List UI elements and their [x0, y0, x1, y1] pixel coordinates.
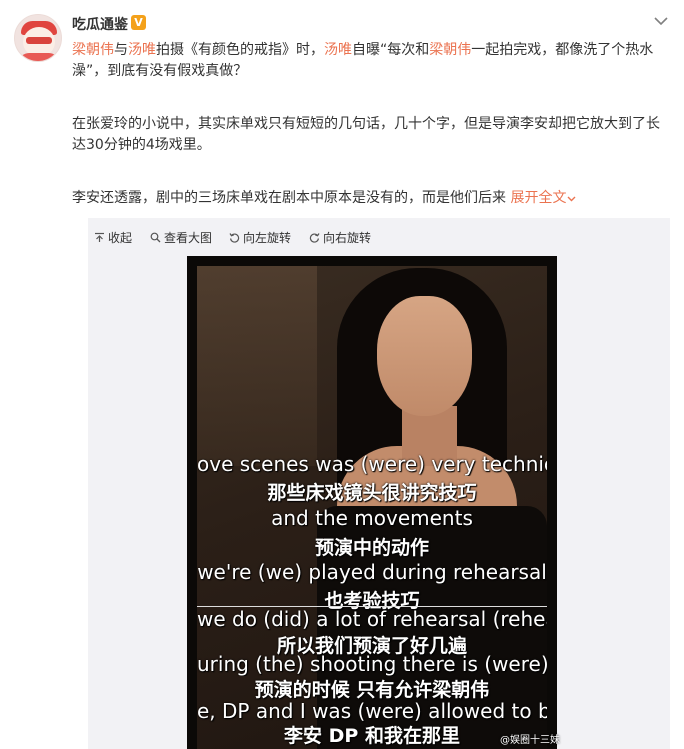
- rotate-left-label: 向左旋转: [243, 231, 292, 245]
- rotate-left-icon: [229, 233, 240, 243]
- username-link[interactable]: 吃瓜通鉴: [72, 14, 128, 34]
- chevron-down-icon[interactable]: [652, 12, 670, 30]
- collapse-button[interactable]: 收起: [94, 229, 132, 246]
- rotate-right-button[interactable]: 向右旋转: [309, 229, 371, 246]
- rotate-right-label: 向右旋转: [323, 231, 372, 245]
- vip-badge-icon: V: [131, 15, 146, 30]
- subtitle-zh: 那些床戏镜头很讲究技巧: [267, 482, 477, 504]
- text-segment: 李安还透露，剧中的三场床单戏在剧本中原本是没有的，而是他们后来: [72, 190, 506, 206]
- rotate-left-button[interactable]: 向左旋转: [229, 229, 291, 246]
- subtitle-en: we're (we) played during rehearsal: [197, 560, 547, 584]
- expand-label: 展开全文: [510, 190, 567, 206]
- view-large-label: 查看大图: [164, 231, 213, 245]
- collapse-label: 收起: [108, 231, 133, 245]
- post-paragraph-3: 李安还透露，剧中的三场床单戏在剧本中原本是没有的，而是他们后来 展开全文: [72, 188, 672, 209]
- subtitle-en: we do (did) a lot of rehearsal (rehearsa…: [197, 606, 547, 631]
- post-paragraph-1: 梁朝伟与汤唯拍摄《有颜色的戒指》时，汤唯自曝“每次和梁朝伟一起拍完戏，都像洗了个…: [72, 40, 672, 82]
- media-panel: 收起 查看大图 向左旋转 向右旋转 ove scenes was (were) …: [88, 218, 670, 749]
- image-watermark: @娱圈十三妹: [500, 735, 560, 746]
- subtitle-en: uring (the) shooting there is (were) onl…: [197, 652, 547, 676]
- avatar-mask: [26, 37, 52, 44]
- mention-tang-wei[interactable]: 汤唯: [324, 42, 352, 58]
- magnifier-icon: [150, 232, 161, 243]
- text-segment: 自曝“每次和: [352, 42, 430, 58]
- mention-tang-wei[interactable]: 汤唯: [128, 42, 156, 58]
- mention-liang-chaowei[interactable]: 梁朝伟: [72, 42, 114, 58]
- avatar-shirt: [19, 53, 59, 61]
- rotate-right-icon: [309, 233, 320, 243]
- subtitle-en: e, DP and I was (were) allowed to be the…: [197, 699, 547, 723]
- text-segment: 拍摄《有颜色的戒指》时，: [156, 42, 324, 58]
- mention-liang-chaowei[interactable]: 梁朝伟: [429, 42, 471, 58]
- subtitle-en: ove scenes was (were) very technic: [197, 452, 547, 476]
- image-face: [377, 296, 472, 416]
- subtitle-zh: 预演中的动作: [314, 537, 429, 559]
- text-segment: 与: [114, 42, 128, 58]
- post-image[interactable]: ove scenes was (were) very technic 那些床戏镜…: [187, 256, 557, 749]
- avatar[interactable]: [14, 14, 62, 62]
- post-paragraph-2: 在张爱玲的小说中，其实床单戏只有短短的几句话，几十个字，但是导演李安却把它放大到…: [72, 116, 660, 153]
- view-large-button[interactable]: 查看大图: [150, 229, 212, 246]
- image-wall: [197, 266, 317, 466]
- subtitle-zh: 李安 DP 和我在那里: [284, 725, 460, 747]
- subtitle-en: and the movements: [271, 506, 473, 530]
- collapse-icon: [95, 232, 104, 242]
- subtitle-zh: 预演的时候 只有允许梁朝伟: [254, 679, 490, 701]
- chevron-down-icon: [567, 196, 576, 201]
- weibo-post: 吃瓜通鉴 V 梁朝伟与汤唯拍摄《有颜色的戒指》时，汤唯自曝“每次和梁朝伟一起拍完…: [0, 0, 684, 749]
- image-toolbar: 收起 查看大图 向左旋转 向右旋转: [88, 218, 670, 256]
- expand-full-text-link[interactable]: 展开全文: [510, 190, 577, 206]
